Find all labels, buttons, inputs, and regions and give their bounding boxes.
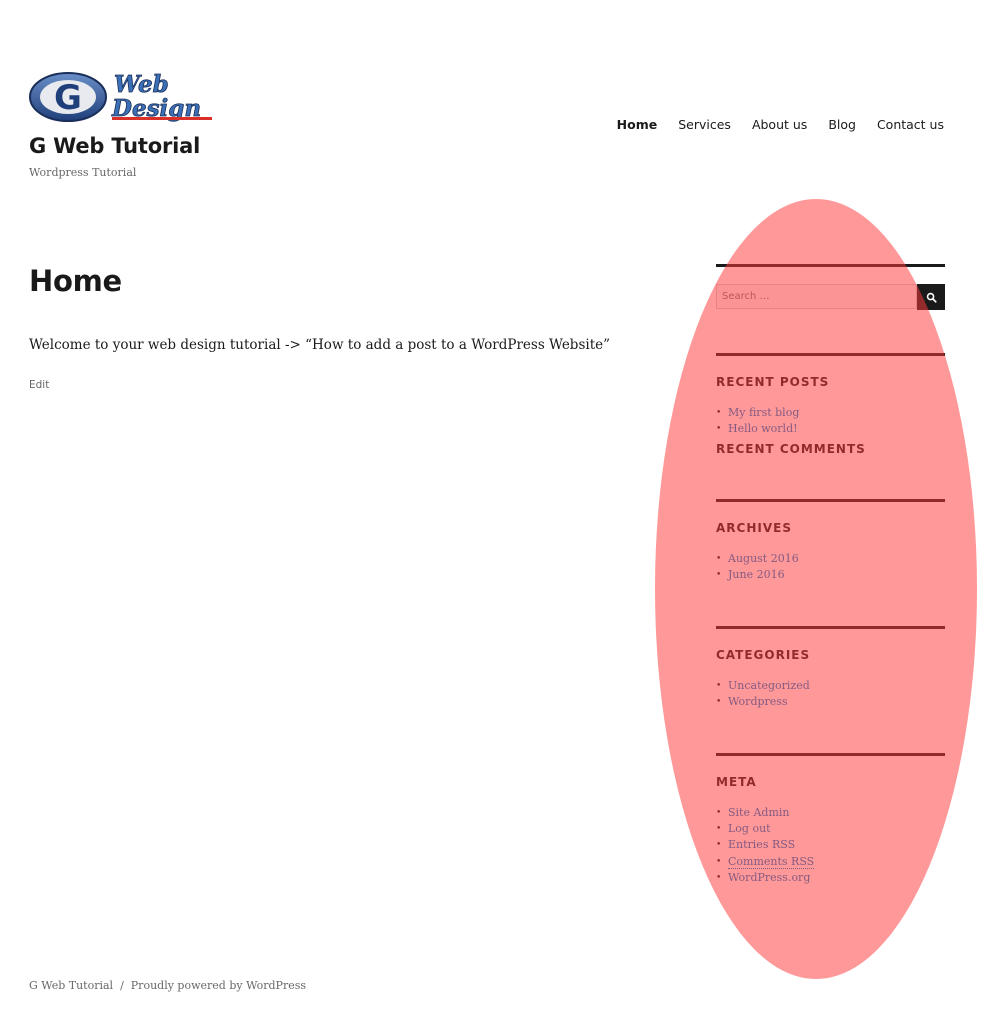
entry-content: Welcome to your web design tutorial -> “… [29,337,611,353]
site-description: Wordpress Tutorial [29,166,137,179]
widget-title-categories: CATEGORIES [716,648,811,662]
nav-item-home[interactable]: Home [606,117,668,132]
nav-item-about-us[interactable]: About us [741,117,817,132]
nav-item-services[interactable]: Services [668,117,742,132]
widget-divider [716,353,945,356]
meta-link-comments-rss[interactable]: Comments RSS [728,854,815,869]
category-link[interactable]: Uncategorized [728,679,810,692]
widget-title-recent-comments: RECENT COMMENTS [716,442,866,456]
meta-link-site-admin[interactable]: Site Admin [728,806,790,819]
archive-link[interactable]: August 2016 [728,552,799,565]
footer-separator: / [120,979,124,992]
list-item: My first blog [716,405,799,421]
logo-text-top: Web [114,71,169,98]
site-title[interactable]: G Web Tutorial [29,134,200,158]
search-input[interactable] [716,284,917,309]
widget-title-archives: ARCHIVES [716,521,792,535]
meta-link-wordpress-org[interactable]: WordPress.org [728,871,810,884]
page-title: Home [29,264,122,298]
highlight-oval-annotation [655,199,977,979]
widget-divider [716,753,945,756]
footer-powered-by[interactable]: Proudly powered by WordPress [131,979,306,992]
recent-post-link[interactable]: My first blog [728,406,799,419]
categories-list: Uncategorized Wordpress [716,678,810,711]
list-item: Log out [716,821,814,837]
list-item: August 2016 [716,551,799,567]
search-icon [926,292,937,303]
footer-site-name[interactable]: G Web Tutorial [29,979,113,992]
widget-title-meta: META [716,775,757,789]
site-footer: G Web Tutorial / Proudly powered by WordPr… [29,979,306,992]
list-item: Hello world! [716,421,799,437]
recent-posts-list: My first blog Hello world! [716,405,799,438]
archives-list: August 2016 June 2016 [716,551,799,584]
nav-item-contact-us[interactable]: Contact us [866,117,944,132]
main-navigation: Home Services About us Blog Contact us [606,117,944,132]
widget-divider [716,264,945,267]
archive-link[interactable]: June 2016 [728,568,785,581]
list-item: Entries RSS [716,837,814,853]
logo-letter: G [54,78,82,118]
widget-title-recent-posts: RECENT POSTS [716,375,830,389]
category-link[interactable]: Wordpress [728,695,788,708]
nav-item-blog[interactable]: Blog [818,117,867,132]
meta-link-log-out[interactable]: Log out [728,822,771,835]
widget-divider [716,626,945,629]
list-item: WordPress.org [716,870,814,886]
list-item: Comments RSS [716,854,815,870]
edit-link[interactable]: Edit [29,379,49,391]
meta-list: Site Admin Log out Entries RSS Comments … [716,805,815,886]
list-item: Wordpress [716,694,810,710]
list-item: June 2016 [716,567,799,583]
site-logo[interactable]: G Web Design [28,66,218,126]
meta-link-entries-rss[interactable]: Entries RSS [728,838,795,851]
widget-divider [716,499,945,502]
recent-post-link[interactable]: Hello world! [728,422,798,435]
list-item: Site Admin [716,805,814,821]
list-item: Uncategorized [716,678,810,694]
search-button[interactable] [917,284,945,310]
